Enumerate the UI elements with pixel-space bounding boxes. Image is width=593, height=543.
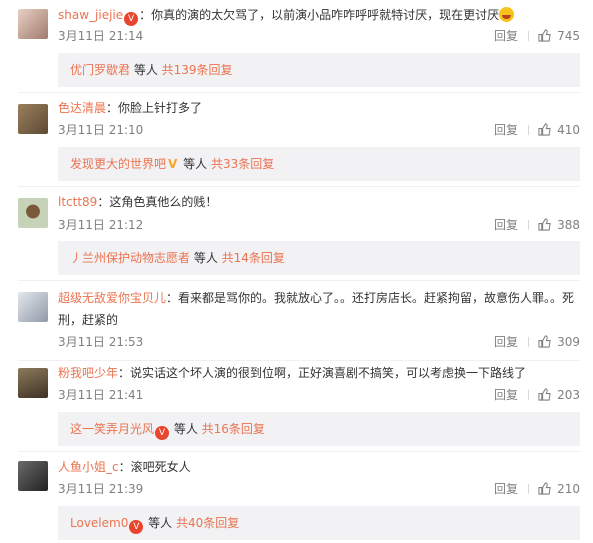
like-button[interactable]: 203 (538, 385, 580, 405)
laughing-emoji-icon (499, 7, 515, 22)
thumbs-up-icon (538, 123, 551, 136)
divider (18, 186, 580, 187)
username[interactable]: 色达清晨 (58, 101, 106, 115)
comment-text: ：滚吧死女人 (118, 460, 191, 474)
comment-meta: 3月11日 21:41 回复 203 (58, 385, 580, 405)
reply-summary-count[interactable]: 共139条回复 (162, 63, 233, 77)
thumbs-up-icon (538, 482, 551, 495)
comment-body: ltctt89：这角色真他么的贱！ (58, 192, 581, 212)
vip-badge-icon: V (124, 12, 139, 26)
thumbs-up-icon (538, 335, 551, 348)
reply-button[interactable]: 回复 (494, 385, 518, 405)
username[interactable]: ltctt89 (58, 195, 97, 209)
reply-summary-text: 等人 (170, 422, 202, 436)
comment-meta: 3月11日 21:14 回复 745 (58, 26, 580, 46)
vip-badge-icon: V (168, 157, 178, 171)
reply-summary-text: 等人 (144, 516, 176, 530)
reply-summary[interactable]: 优门罗歇君 等人 共139条回复 (58, 53, 580, 87)
comment-body: shaw_jiejie V ：你真的演的太欠骂了，以前演小品咋咋呼呼就特讨厌，现在更… (58, 5, 581, 26)
reply-summary-count[interactable]: 共16条回复 (202, 422, 265, 436)
reply-summary-text: 等人 (130, 63, 162, 77)
reply-button[interactable]: 回复 (494, 215, 518, 235)
reply-summary[interactable]: 这一笑弄月光风 V 等人 共16条回复 (58, 412, 580, 446)
reply-summary-count[interactable]: 共14条回复 (222, 251, 285, 265)
avatar[interactable] (18, 461, 48, 491)
comment-text: ：这角色真他么的贱！ (97, 195, 218, 209)
comment-text: ：说实话这个坏人演的很到位啊，正好演喜剧不搞笑，可以考虑换一下路线了 (118, 366, 527, 380)
like-count: 203 (557, 388, 580, 402)
avatar[interactable] (18, 292, 48, 322)
timestamp: 3月11日 21:41 (58, 388, 144, 402)
reply-summary-text: 等人 (179, 157, 211, 171)
thumbs-up-icon (538, 29, 551, 42)
vip-badge-icon: V (129, 520, 144, 534)
divider (18, 92, 580, 93)
divider (528, 337, 529, 347)
divider (528, 31, 529, 41)
like-count: 410 (557, 123, 580, 137)
divider (18, 280, 580, 281)
like-count: 210 (557, 482, 580, 496)
timestamp: 3月11日 21:39 (58, 482, 144, 496)
divider (528, 484, 529, 494)
divider (528, 125, 529, 135)
comment-meta: 3月11日 21:39 回复 210 (58, 479, 580, 499)
reply-summary-user[interactable]: 这一笑弄月光风 (70, 422, 154, 436)
vip-badge-icon: V (155, 426, 170, 440)
reply-summary-text: 等人 (190, 251, 222, 265)
reply-summary-user[interactable]: Lovelem0 (70, 516, 128, 530)
like-button[interactable]: 410 (538, 120, 580, 140)
reply-button[interactable]: 回复 (494, 479, 518, 499)
thumbs-up-icon (538, 388, 551, 401)
comment-body: 色达清晨：你脸上针打多了 (58, 98, 581, 118)
reply-summary-user[interactable]: 丿兰州保护动物志愿者 (70, 251, 190, 265)
reply-summary[interactable]: 发现更大的世界吧 V 等人 共33条回复 (58, 147, 580, 181)
timestamp: 3月11日 21:12 (58, 218, 144, 232)
divider (528, 220, 529, 230)
reply-button[interactable]: 回复 (494, 120, 518, 140)
reply-summary-user[interactable]: 优门罗歇君 (70, 63, 130, 77)
reply-button[interactable]: 回复 (494, 332, 518, 352)
divider (18, 360, 580, 361)
reply-summary[interactable]: Lovelem0 V 等人 共40条回复 (58, 506, 580, 540)
like-button[interactable]: 210 (538, 479, 580, 499)
username[interactable]: 人鱼小姐_c (58, 460, 119, 474)
avatar[interactable] (18, 368, 48, 398)
like-count: 745 (557, 29, 580, 43)
username[interactable]: 粉我吧少年 (58, 366, 118, 380)
comment-meta: 3月11日 21:53 回复 309 (58, 332, 580, 352)
like-button[interactable]: 309 (538, 332, 580, 352)
comment-body: 粉我吧少年：说实话这个坏人演的很到位啊，正好演喜剧不搞笑，可以考虑换一下路线了 (58, 363, 581, 383)
like-button[interactable]: 745 (538, 26, 580, 46)
comment-text: ：你脸上针打多了 (106, 101, 203, 115)
reply-button[interactable]: 回复 (494, 26, 518, 46)
comment-body: 超级无敌爱你宝贝儿：看来都是骂你的。我就放心了。。还打房店长。赶紧拘留，故意伤人… (58, 287, 581, 331)
divider (528, 390, 529, 400)
comment-text: ：你真的演的太欠骂了，以前演小品咋咋呼呼就特讨厌，现在更讨厌 (139, 8, 500, 22)
divider (18, 451, 580, 452)
reply-summary-user[interactable]: 发现更大的世界吧 (70, 157, 166, 171)
reply-summary[interactable]: 丿兰州保护动物志愿者 等人 共14条回复 (58, 241, 580, 275)
reply-summary-count[interactable]: 共33条回复 (211, 157, 274, 171)
like-button[interactable]: 388 (538, 215, 580, 235)
timestamp: 3月11日 21:53 (58, 335, 144, 349)
like-count: 388 (557, 218, 580, 232)
avatar[interactable] (18, 104, 48, 134)
timestamp: 3月11日 21:10 (58, 123, 144, 137)
comment-meta: 3月11日 21:10 回复 410 (58, 120, 580, 140)
like-count: 309 (557, 335, 580, 349)
thumbs-up-icon (538, 218, 551, 231)
reply-summary-count[interactable]: 共40条回复 (176, 516, 239, 530)
comment-meta: 3月11日 21:12 回复 388 (58, 215, 580, 235)
comment-body: 人鱼小姐_c：滚吧死女人 (58, 457, 581, 477)
avatar[interactable] (18, 198, 48, 228)
avatar[interactable] (18, 9, 48, 39)
timestamp: 3月11日 21:14 (58, 29, 144, 43)
username[interactable]: 超级无敌爱你宝贝儿 (58, 291, 166, 305)
username[interactable]: shaw_jiejie (58, 8, 123, 22)
